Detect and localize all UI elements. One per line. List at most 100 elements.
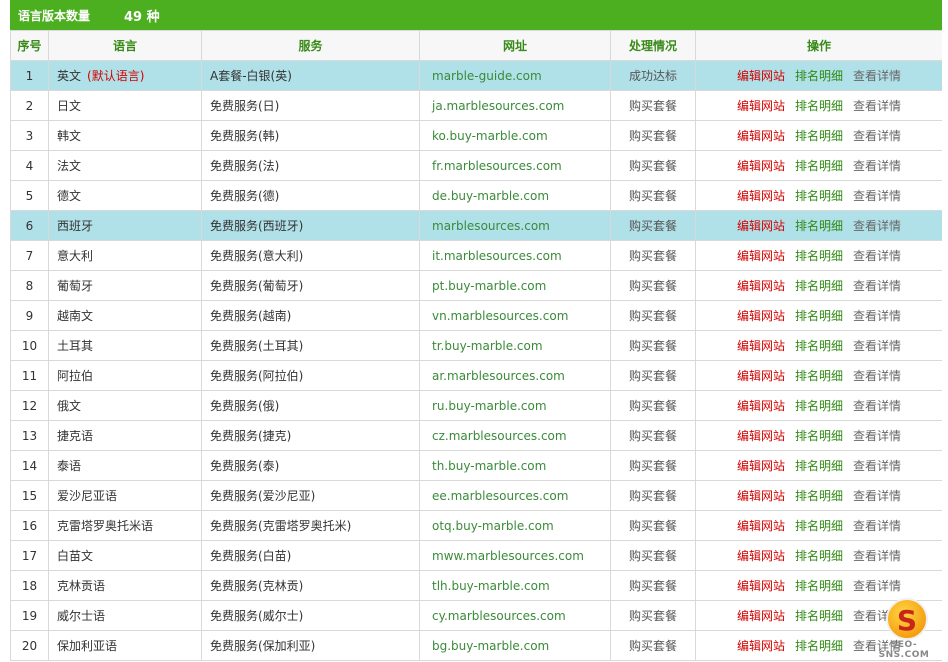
site-watermark-logo: S SEO-SNS.COM — [872, 598, 936, 660]
row-url-link[interactable]: vn.marblesources.com — [419, 300, 611, 331]
ranking-details-link[interactable]: 排名明细 — [795, 129, 843, 143]
row-status[interactable]: 购买套餐 — [610, 600, 696, 631]
row-url-link[interactable]: bg.buy-marble.com — [419, 630, 611, 661]
row-status[interactable]: 购买套餐 — [610, 510, 696, 541]
edit-site-link[interactable]: 编辑网站 — [737, 279, 785, 293]
row-url-link[interactable]: it.marblesources.com — [419, 240, 611, 271]
view-details-link[interactable]: 查看详情 — [853, 429, 901, 443]
row-status[interactable]: 购买套餐 — [610, 390, 696, 421]
row-url-link[interactable]: tlh.buy-marble.com — [419, 570, 611, 601]
view-details-link[interactable]: 查看详情 — [853, 249, 901, 263]
ranking-details-link[interactable]: 排名明细 — [795, 519, 843, 533]
view-details-link[interactable]: 查看详情 — [853, 579, 901, 593]
row-url-link[interactable]: fr.marblesources.com — [419, 150, 611, 181]
view-details-link[interactable]: 查看详情 — [853, 279, 901, 293]
row-status[interactable]: 购买套餐 — [610, 360, 696, 391]
edit-site-link[interactable]: 编辑网站 — [737, 339, 785, 353]
row-status[interactable]: 购买套餐 — [610, 330, 696, 361]
row-url-link[interactable]: cy.marblesources.com — [419, 600, 611, 631]
ranking-details-link[interactable]: 排名明细 — [795, 309, 843, 323]
ranking-details-link[interactable]: 排名明细 — [795, 639, 843, 653]
ranking-details-link[interactable]: 排名明细 — [795, 189, 843, 203]
row-status[interactable]: 成功达标 — [610, 60, 696, 91]
row-status[interactable]: 购买套餐 — [610, 480, 696, 511]
row-url-link[interactable]: pt.buy-marble.com — [419, 270, 611, 301]
view-details-link[interactable]: 查看详情 — [853, 459, 901, 473]
edit-site-link[interactable]: 编辑网站 — [737, 609, 785, 623]
row-status[interactable]: 购买套餐 — [610, 210, 696, 241]
edit-site-link[interactable]: 编辑网站 — [737, 639, 785, 653]
edit-site-link[interactable]: 编辑网站 — [737, 99, 785, 113]
row-status[interactable]: 购买套餐 — [610, 450, 696, 481]
view-details-link[interactable]: 查看详情 — [853, 219, 901, 233]
row-status[interactable]: 购买套餐 — [610, 300, 696, 331]
edit-site-link[interactable]: 编辑网站 — [737, 399, 785, 413]
row-status[interactable]: 购买套餐 — [610, 420, 696, 451]
row-status[interactable]: 购买套餐 — [610, 120, 696, 151]
view-details-link[interactable]: 查看详情 — [853, 99, 901, 113]
row-url-link[interactable]: mww.marblesources.com — [419, 540, 611, 571]
view-details-link[interactable]: 查看详情 — [853, 369, 901, 383]
row-url-link[interactable]: de.buy-marble.com — [419, 180, 611, 211]
view-details-link[interactable]: 查看详情 — [853, 129, 901, 143]
row-url-link[interactable]: ru.buy-marble.com — [419, 390, 611, 421]
row-status[interactable]: 购买套餐 — [610, 180, 696, 211]
row-url-link[interactable]: ko.buy-marble.com — [419, 120, 611, 151]
row-status[interactable]: 购买套餐 — [610, 240, 696, 271]
view-details-link[interactable]: 查看详情 — [853, 519, 901, 533]
row-url-link[interactable]: ee.marblesources.com — [419, 480, 611, 511]
row-status[interactable]: 购买套餐 — [610, 630, 696, 661]
ranking-details-link[interactable]: 排名明细 — [795, 579, 843, 593]
ranking-details-link[interactable]: 排名明细 — [795, 549, 843, 563]
row-url-link[interactable]: cz.marblesources.com — [419, 420, 611, 451]
edit-site-link[interactable]: 编辑网站 — [737, 369, 785, 383]
row-status[interactable]: 购买套餐 — [610, 540, 696, 571]
edit-site-link[interactable]: 编辑网站 — [737, 459, 785, 473]
view-details-link[interactable]: 查看详情 — [853, 69, 901, 83]
edit-site-link[interactable]: 编辑网站 — [737, 69, 785, 83]
row-url-link[interactable]: marblesources.com — [419, 210, 611, 241]
view-details-link[interactable]: 查看详情 — [853, 159, 901, 173]
row-url-link[interactable]: otq.buy-marble.com — [419, 510, 611, 541]
ranking-details-link[interactable]: 排名明细 — [795, 399, 843, 413]
row-status[interactable]: 购买套餐 — [610, 150, 696, 181]
edit-site-link[interactable]: 编辑网站 — [737, 429, 785, 443]
ranking-details-link[interactable]: 排名明细 — [795, 369, 843, 383]
row-status[interactable]: 购买套餐 — [610, 570, 696, 601]
edit-site-link[interactable]: 编辑网站 — [737, 309, 785, 323]
row-status[interactable]: 购买套餐 — [610, 90, 696, 121]
row-url-link[interactable]: marble-guide.com — [419, 60, 611, 91]
ranking-details-link[interactable]: 排名明细 — [795, 459, 843, 473]
ranking-details-link[interactable]: 排名明细 — [795, 69, 843, 83]
ranking-details-link[interactable]: 排名明细 — [795, 429, 843, 443]
edit-site-link[interactable]: 编辑网站 — [737, 129, 785, 143]
edit-site-link[interactable]: 编辑网站 — [737, 549, 785, 563]
edit-site-link[interactable]: 编辑网站 — [737, 219, 785, 233]
view-details-link[interactable]: 查看详情 — [853, 399, 901, 413]
ranking-details-link[interactable]: 排名明细 — [795, 219, 843, 233]
ranking-details-link[interactable]: 排名明细 — [795, 99, 843, 113]
view-details-link[interactable]: 查看详情 — [853, 339, 901, 353]
row-url-link[interactable]: ja.marblesources.com — [419, 90, 611, 121]
view-details-link[interactable]: 查看详情 — [853, 309, 901, 323]
edit-site-link[interactable]: 编辑网站 — [737, 189, 785, 203]
ranking-details-link[interactable]: 排名明细 — [795, 279, 843, 293]
ranking-details-link[interactable]: 排名明细 — [795, 489, 843, 503]
row-url-link[interactable]: ar.marblesources.com — [419, 360, 611, 391]
edit-site-link[interactable]: 编辑网站 — [737, 579, 785, 593]
row-status[interactable]: 购买套餐 — [610, 270, 696, 301]
ranking-details-link[interactable]: 排名明细 — [795, 159, 843, 173]
row-url-link[interactable]: th.buy-marble.com — [419, 450, 611, 481]
edit-site-link[interactable]: 编辑网站 — [737, 249, 785, 263]
edit-site-link[interactable]: 编辑网站 — [737, 519, 785, 533]
ranking-details-link[interactable]: 排名明细 — [795, 339, 843, 353]
row-url-link[interactable]: tr.buy-marble.com — [419, 330, 611, 361]
ranking-details-link[interactable]: 排名明细 — [795, 249, 843, 263]
view-details-link[interactable]: 查看详情 — [853, 489, 901, 503]
view-details-link[interactable]: 查看详情 — [853, 189, 901, 203]
edit-site-link[interactable]: 编辑网站 — [737, 159, 785, 173]
edit-site-link[interactable]: 编辑网站 — [737, 489, 785, 503]
view-details-link[interactable]: 查看详情 — [853, 549, 901, 563]
row-language: 俄文 — [48, 390, 202, 421]
ranking-details-link[interactable]: 排名明细 — [795, 609, 843, 623]
